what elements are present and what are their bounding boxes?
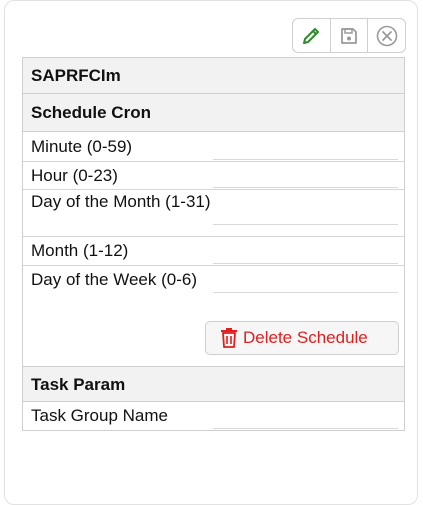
save-button[interactable]	[331, 19, 369, 52]
task-group-name-input[interactable]	[213, 428, 398, 429]
hour-input[interactable]	[213, 187, 398, 188]
day-of-month-input[interactable]	[213, 224, 398, 225]
task-param-section-header: Task Param	[23, 366, 404, 402]
task-group-name-row: Task Group Name	[23, 402, 404, 430]
hour-label: Hour (0-23)	[31, 166, 118, 185]
delete-schedule-label: Delete Schedule	[243, 328, 368, 347]
minute-row: Minute (0-59)	[23, 132, 404, 162]
pencil-icon	[303, 27, 320, 44]
close-button[interactable]	[368, 19, 405, 52]
action-toolbar	[292, 18, 406, 53]
edit-button[interactable]	[293, 19, 331, 52]
month-input[interactable]	[213, 263, 398, 264]
month-label: Month (1-12)	[31, 241, 129, 260]
schedule-form: SAPRFCIm Schedule Cron Minute (0-59) Hou…	[22, 57, 405, 431]
delete-schedule-button[interactable]: Delete Schedule	[205, 321, 399, 355]
task-group-name-label: Task Group Name	[31, 406, 168, 425]
day-of-week-label: Day of the Week (0-6)	[31, 270, 197, 289]
minute-input[interactable]	[213, 159, 398, 160]
minute-label: Minute (0-59)	[31, 137, 133, 156]
day-of-week-input[interactable]	[213, 292, 398, 293]
day-of-month-row: Day of the Month (1-31)	[23, 190, 404, 237]
hour-row: Hour (0-23)	[23, 162, 404, 190]
month-row: Month (1-12)	[23, 237, 404, 266]
day-of-week-row: Day of the Week (0-6)	[23, 266, 404, 295]
close-circle-icon	[376, 25, 397, 46]
floppy-disk-icon	[341, 27, 357, 44]
schedule-section-header: Schedule Cron	[23, 94, 404, 132]
form-title: SAPRFCIm	[23, 58, 404, 94]
trash-icon	[221, 328, 237, 348]
day-of-month-label: Day of the Month (1-31)	[31, 192, 211, 211]
